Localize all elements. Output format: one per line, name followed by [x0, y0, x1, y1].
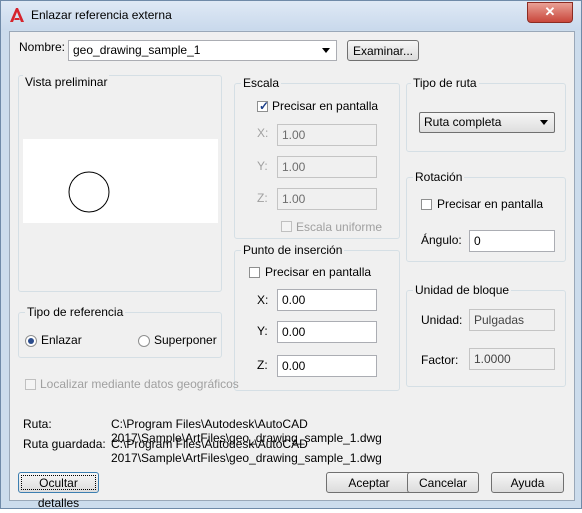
rotation-specify-checkbox[interactable] [421, 199, 432, 210]
attach-label: Enlazar [41, 333, 82, 347]
preview-circle-drawing [68, 171, 110, 213]
name-value: geo_drawing_sample_1 [73, 43, 201, 57]
scale-x-field[interactable]: 1.00 [277, 124, 377, 146]
close-icon: ✕ [544, 4, 556, 19]
insertion-x-label: X: [257, 293, 269, 307]
path-type-value: Ruta completa [424, 115, 502, 129]
factor-label: Factor: [421, 353, 459, 367]
name-label: Nombre: [19, 40, 66, 54]
rotation-specify-label: Precisar en pantalla [437, 197, 544, 211]
insertion-specify-checkbox[interactable] [249, 267, 260, 278]
overlay-label: Superponer [154, 333, 217, 347]
path-type-group: Tipo de ruta Ruta completa [406, 76, 566, 152]
insertion-y-field[interactable]: 0.00 [277, 321, 377, 343]
chevron-down-icon [540, 120, 548, 125]
autocad-logo-icon [10, 8, 24, 22]
dialog-window: Enlazar referencia externa ✕ Nombre: geo… [0, 0, 582, 510]
ok-button[interactable]: Aceptar [326, 472, 412, 493]
insertion-z-label: Z: [257, 358, 268, 372]
unit-value: Pulgadas [469, 309, 555, 331]
scale-z-label: Z: [257, 191, 268, 205]
insertion-y-label: Y: [257, 324, 268, 338]
scale-specify-label: Precisar en pantalla [272, 99, 379, 113]
uniform-scale-checkbox[interactable] [281, 221, 292, 232]
attach-radio[interactable] [25, 335, 37, 347]
angle-field[interactable]: 0 [469, 230, 555, 252]
dialog-body: Nombre: geo_drawing_sample_1 Examinar...… [9, 31, 575, 510]
insertion-group: Punto de inserción Precisar en pantalla … [234, 243, 400, 391]
insertion-specify-label: Precisar en pantalla [265, 265, 372, 279]
path-label: Ruta: [23, 417, 52, 431]
geo-locate-label: Localizar mediante datos geográficos [40, 377, 239, 391]
unit-label: Unidad: [421, 313, 463, 327]
insertion-label: Punto de inserción [241, 243, 345, 257]
scale-x-label: X: [257, 126, 269, 140]
rotation-label: Rotación [413, 170, 465, 184]
scale-specify-checkbox[interactable]: ✓ [257, 99, 270, 113]
radio-selected-dot [28, 338, 34, 344]
scale-group: Escala ✓ Precisar en pantalla X: 1.00 Y:… [234, 76, 400, 239]
name-dropdown[interactable]: geo_drawing_sample_1 [68, 40, 337, 61]
scale-y-label: Y: [257, 159, 268, 173]
factor-value: 1.0000 [469, 348, 555, 370]
rotation-group: Rotación Precisar en pantalla Ángulo: 0 [406, 170, 566, 262]
saved-path-label: Ruta guardada: [23, 437, 106, 451]
browse-button[interactable]: Examinar... [347, 40, 419, 61]
saved-path-value: C:\Program Files\Autodesk\AutoCAD 2017\S… [111, 437, 382, 465]
scale-z-field[interactable]: 1.00 [277, 188, 377, 210]
hide-details-button[interactable]: Ocultar detalles [18, 472, 99, 510]
path-type-dropdown[interactable]: Ruta completa [419, 112, 555, 133]
title-bar[interactable]: Enlazar referencia externa ✕ [1, 1, 581, 30]
preview-canvas [23, 139, 218, 223]
preview-group: Vista preliminar [18, 75, 222, 292]
chevron-down-icon [322, 48, 330, 53]
overlay-radio[interactable] [138, 335, 150, 347]
angle-label: Ángulo: [421, 233, 462, 247]
uniform-scale-label: Escala uniforme [296, 220, 383, 234]
block-unit-label: Unidad de bloque [413, 283, 512, 297]
geo-locate-checkbox[interactable] [25, 379, 36, 390]
block-unit-group: Unidad de bloque Unidad: Pulgadas Factor… [406, 283, 566, 387]
reference-type-group: Tipo de referencia Enlazar Superponer [18, 305, 222, 358]
insertion-z-field[interactable]: 0.00 [277, 355, 377, 377]
reference-type-label: Tipo de referencia [25, 305, 126, 319]
scale-label: Escala [241, 76, 282, 90]
checkmark-icon: ✓ [259, 99, 270, 113]
close-button[interactable]: ✕ [527, 2, 573, 23]
preview-label: Vista preliminar [23, 75, 110, 89]
insertion-x-field[interactable]: 0.00 [277, 289, 377, 311]
cancel-button[interactable]: Cancelar [407, 472, 479, 493]
window-title: Enlazar referencia externa [31, 8, 172, 22]
path-type-label: Tipo de ruta [411, 76, 479, 90]
help-button[interactable]: Ayuda [491, 472, 564, 493]
scale-y-field[interactable]: 1.00 [277, 156, 377, 178]
